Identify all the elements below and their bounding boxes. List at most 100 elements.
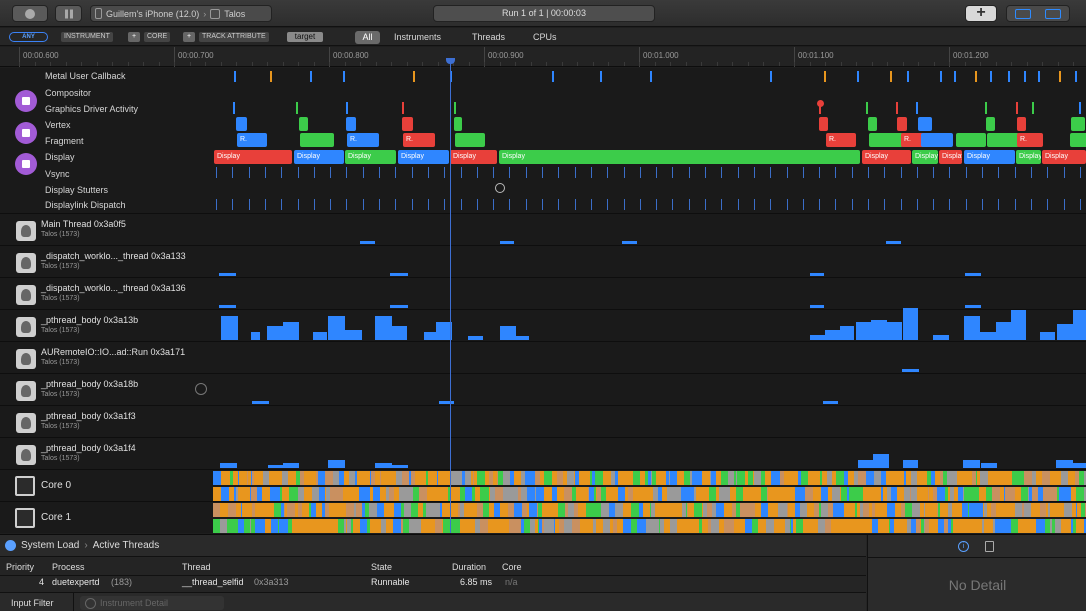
cpu-usage-bar[interactable] bbox=[500, 326, 516, 340]
fragment-block[interactable]: R. bbox=[403, 133, 435, 147]
metal-event[interactable] bbox=[1008, 71, 1010, 82]
core-activity-slice[interactable] bbox=[1042, 471, 1050, 485]
vertex-block[interactable] bbox=[986, 117, 995, 131]
driver-event[interactable] bbox=[402, 102, 404, 114]
core-activity-slice[interactable] bbox=[544, 519, 552, 533]
core-activity-slice[interactable] bbox=[800, 503, 807, 517]
vsync-tick[interactable] bbox=[575, 167, 576, 178]
vsync-tick[interactable] bbox=[1047, 167, 1048, 178]
target-token[interactable]: target bbox=[287, 32, 323, 42]
core-activity-slice[interactable] bbox=[360, 519, 367, 533]
core-activity-slice[interactable] bbox=[758, 519, 766, 533]
display-row[interactable]: Display Display Display Display Display Disp… bbox=[0, 149, 1086, 165]
core-activity-slice[interactable] bbox=[460, 519, 468, 533]
core-activity-slice[interactable] bbox=[873, 487, 881, 501]
cpu-usage-bar[interactable] bbox=[328, 460, 345, 468]
vertex-block[interactable] bbox=[897, 117, 907, 131]
vsync-tick[interactable] bbox=[770, 167, 771, 178]
core-activity-slice[interactable] bbox=[415, 471, 422, 485]
core-activity-slice[interactable] bbox=[243, 487, 250, 501]
fragment-block[interactable] bbox=[956, 133, 986, 147]
core-activity-slice[interactable] bbox=[318, 471, 325, 485]
vsync-tick[interactable] bbox=[558, 167, 559, 178]
core-activity-slice[interactable] bbox=[656, 471, 663, 485]
vsync-tick[interactable] bbox=[330, 167, 331, 178]
compositor-row[interactable]: Compositor bbox=[0, 84, 1086, 100]
metal-event[interactable] bbox=[270, 71, 272, 82]
core-activity-slice[interactable] bbox=[503, 471, 510, 485]
col-core[interactable]: Core bbox=[502, 562, 522, 572]
cpu-usage-bar[interactable] bbox=[390, 305, 408, 308]
metal-lane[interactable] bbox=[213, 68, 1086, 84]
scope-threads[interactable]: Threads bbox=[472, 31, 505, 44]
display-frame[interactable]: Display bbox=[450, 150, 497, 164]
vsync-lane[interactable] bbox=[213, 165, 1086, 181]
displaylink-tick[interactable] bbox=[509, 199, 510, 210]
core-activity-slice[interactable] bbox=[761, 503, 768, 517]
core-activity-slice[interactable] bbox=[265, 503, 273, 517]
core-activity-slice[interactable] bbox=[529, 503, 537, 517]
cpu-usage-bar[interactable] bbox=[360, 241, 375, 244]
core-activity-slice[interactable] bbox=[670, 471, 677, 485]
info-icon[interactable]: i bbox=[958, 541, 969, 552]
layout-left-icon[interactable] bbox=[1015, 9, 1031, 19]
thread-lane[interactable] bbox=[213, 214, 1086, 246]
vertex-block[interactable] bbox=[454, 117, 462, 131]
displaylink-tick[interactable] bbox=[787, 199, 788, 210]
track-attribute-token[interactable]: TRACK ATTRIBUTE bbox=[199, 32, 269, 42]
core-activity-slice[interactable] bbox=[399, 487, 406, 501]
cpu-usage-bar[interactable] bbox=[825, 330, 841, 340]
core-activity-slice[interactable] bbox=[601, 503, 609, 517]
driver-event[interactable] bbox=[296, 102, 298, 114]
target-selector[interactable]: Guillem's iPhone (12.0) › Talos bbox=[90, 5, 272, 22]
thread-row[interactable]: Main Thread 0x3a0f5 Talos (1573) bbox=[0, 213, 1086, 245]
driver-event[interactable] bbox=[1016, 102, 1018, 114]
core-activity-slice[interactable] bbox=[394, 503, 401, 517]
displaylink-tick[interactable] bbox=[689, 199, 690, 210]
core-activity-slice[interactable] bbox=[274, 471, 282, 485]
cpu-usage-bar[interactable] bbox=[856, 322, 871, 340]
display-frame[interactable]: Display bbox=[214, 150, 292, 164]
core-activity-slice[interactable] bbox=[643, 503, 650, 517]
displaylink-tick[interactable] bbox=[330, 199, 331, 210]
core-activity-slice[interactable] bbox=[1012, 471, 1020, 485]
cpu-usage-bar[interactable] bbox=[375, 316, 392, 340]
core-activity-slice[interactable] bbox=[1056, 503, 1064, 517]
core-activity-slice[interactable] bbox=[964, 487, 971, 501]
core-activity-slice[interactable] bbox=[702, 471, 709, 485]
record-button[interactable] bbox=[12, 5, 48, 22]
core-activity-slice[interactable] bbox=[299, 519, 306, 533]
displaylink-tick[interactable] bbox=[542, 199, 543, 210]
core-activity-slice[interactable] bbox=[586, 503, 594, 517]
core-activity-slice[interactable] bbox=[623, 471, 630, 485]
cpu-usage-bar[interactable] bbox=[996, 322, 1012, 340]
cpu-usage-bar[interactable] bbox=[823, 401, 838, 404]
document-icon[interactable] bbox=[985, 541, 994, 552]
core-activity-slice[interactable] bbox=[245, 503, 252, 517]
displaylink-tick[interactable] bbox=[558, 199, 559, 210]
core-activity-slice[interactable] bbox=[580, 519, 587, 533]
col-thread[interactable]: Thread bbox=[182, 562, 211, 572]
fragment-block[interactable] bbox=[455, 133, 485, 147]
core-activity-slice[interactable] bbox=[996, 503, 1004, 517]
displaylink-tick[interactable] bbox=[901, 199, 902, 210]
cpu-usage-bar[interactable] bbox=[500, 241, 514, 244]
fragment-row[interactable]: Fragment R. R. R. R. R. R. bbox=[0, 132, 1086, 148]
cpu-usage-bar[interactable] bbox=[810, 335, 826, 340]
cpu-usage-bar[interactable] bbox=[810, 273, 824, 276]
vsync-tick[interactable] bbox=[949, 167, 950, 178]
vsync-tick[interactable] bbox=[591, 167, 592, 178]
fragment-block[interactable]: R. bbox=[347, 133, 379, 147]
displaylink-tick[interactable] bbox=[379, 199, 380, 210]
core-activity-slice[interactable] bbox=[1021, 487, 1028, 501]
core-activity-slice[interactable] bbox=[1076, 519, 1084, 533]
core-activity-slice[interactable] bbox=[450, 471, 458, 485]
vsync-tick[interactable] bbox=[379, 167, 380, 178]
core-activity-slice[interactable] bbox=[643, 487, 650, 501]
thread-row[interactable]: _dispatch_worklo..._thread 0x3a136 Talos … bbox=[0, 277, 1086, 309]
vsync-tick[interactable] bbox=[444, 167, 445, 178]
thread-lane[interactable] bbox=[213, 406, 1086, 438]
cpu-usage-bar[interactable] bbox=[313, 332, 327, 340]
core-activity-slice[interactable] bbox=[796, 519, 803, 533]
core-activity-slice[interactable] bbox=[912, 503, 920, 517]
